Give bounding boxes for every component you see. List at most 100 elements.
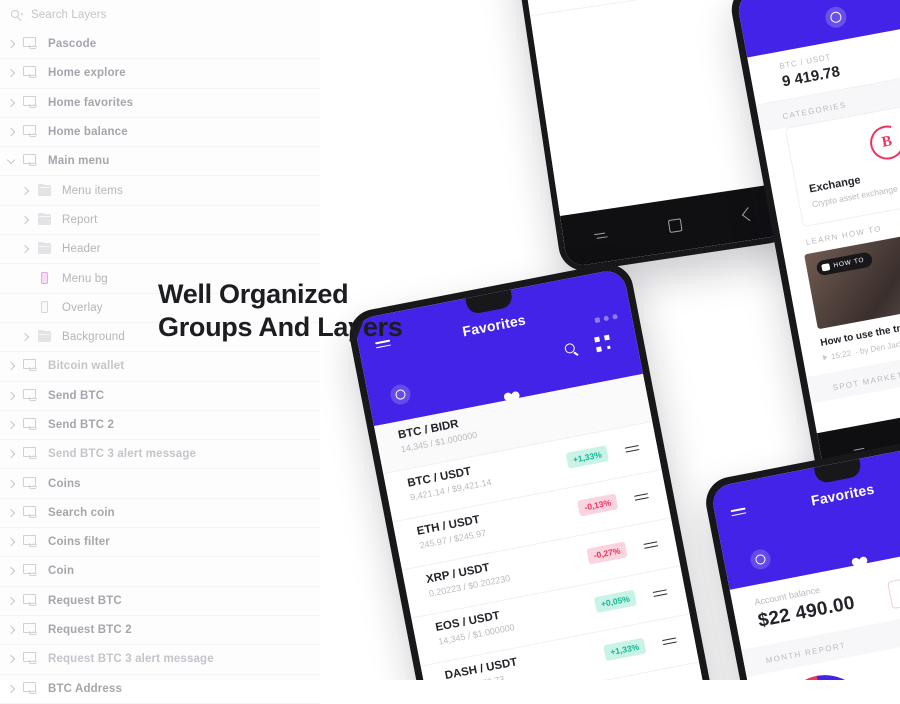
layer-label: Bitcoin wallet xyxy=(48,360,125,373)
nav-back-icon[interactable] xyxy=(741,207,756,222)
chevron-right-icon[interactable] xyxy=(4,623,18,637)
layer-row-coin[interactable]: Coin xyxy=(0,557,320,587)
layer-label: Send BTC 3 alert message xyxy=(48,448,197,461)
page-title: Well Organized Groups And Layers xyxy=(158,278,403,345)
layer-label: Send BTC 2 xyxy=(48,419,115,431)
layer-row-pascode[interactable]: Pascode xyxy=(0,30,320,60)
folder-icon xyxy=(36,212,54,228)
chevron-right-icon[interactable] xyxy=(4,652,18,666)
layer-row-request-btc[interactable]: Request BTC xyxy=(0,587,320,616)
layer-label: Request BTC 2 xyxy=(48,624,132,637)
chevron-right-icon[interactable] xyxy=(4,96,18,110)
play-small-icon xyxy=(822,354,828,362)
layer-row-home-explore[interactable]: Home explore xyxy=(0,59,320,89)
search-layers-row[interactable]: Search Layers xyxy=(0,0,320,30)
search-icon[interactable] xyxy=(563,342,580,358)
layer-label: Coins filter xyxy=(48,536,110,549)
artboard-icon xyxy=(22,417,40,433)
layer-label: Request BTC xyxy=(48,594,122,607)
layer-label: Home explore xyxy=(48,67,126,80)
layer-row-send-btc[interactable]: Send BTC xyxy=(0,382,320,411)
chevron-right-icon[interactable] xyxy=(4,389,18,403)
chevron-right-icon[interactable] xyxy=(4,477,18,491)
layer-row-report[interactable]: Report xyxy=(0,206,320,236)
layer-row-btc-address[interactable]: BTC Address xyxy=(0,675,320,704)
layer-row-request-btc-3-alert-message[interactable]: Request BTC 3 alert message xyxy=(0,645,320,675)
artboard-icon xyxy=(22,65,40,81)
artboard-icon xyxy=(22,534,40,550)
headline-line-1: Well Organized xyxy=(158,279,349,309)
chevron-right-icon[interactable] xyxy=(4,37,18,51)
donut-chart xyxy=(774,667,876,680)
layer-label: Send BTC xyxy=(48,389,105,402)
chevron-right-icon[interactable] xyxy=(18,184,32,198)
layer-row-header[interactable]: Header xyxy=(0,235,320,265)
artboard-icon xyxy=(22,124,40,140)
chevron-right-icon[interactable] xyxy=(18,242,32,256)
layer-label: Menu items xyxy=(62,184,123,197)
no-chevron xyxy=(18,301,32,315)
chevron-right-icon[interactable] xyxy=(4,682,18,696)
favorites-list: BTC / BIDR 14,345 / $1.000000 BTC / USDT 9,… xyxy=(374,373,727,680)
rectangle-icon xyxy=(36,300,54,316)
layer-label: Coins xyxy=(48,477,81,490)
layer-row-home-balance[interactable]: Home balance xyxy=(0,118,320,148)
nav-home-icon[interactable] xyxy=(668,217,684,233)
compass-icon[interactable] xyxy=(388,382,413,407)
chevron-right-icon[interactable] xyxy=(4,359,18,373)
chevron-right-icon[interactable] xyxy=(4,594,18,608)
how-to-badge: HOW TO xyxy=(815,251,874,277)
folder-icon xyxy=(36,241,54,257)
artboard-icon xyxy=(22,651,40,667)
chevron-right-icon[interactable] xyxy=(18,213,32,227)
layer-row-menu-items[interactable]: Menu items xyxy=(0,176,320,206)
layer-row-send-btc-3-alert-message[interactable]: Send BTC 3 alert message xyxy=(0,440,320,470)
layer-label: Home favorites xyxy=(48,96,134,109)
chevron-right-icon[interactable] xyxy=(4,535,18,549)
chevron-right-icon[interactable] xyxy=(4,418,18,432)
layer-row-search-coin[interactable]: Search coin xyxy=(0,499,320,529)
artboard-icon xyxy=(22,358,40,374)
compass-icon[interactable] xyxy=(823,5,849,30)
layer-row-request-btc-2[interactable]: Request BTC 2 xyxy=(0,616,320,646)
phone2-screen: Favorites BTC / BIDR 14,345 / $1.000000 BT… xyxy=(353,267,727,680)
artboard-icon xyxy=(22,95,40,111)
artboard-icon xyxy=(22,153,40,169)
chevron-right-icon[interactable] xyxy=(18,330,32,344)
qr-code-icon[interactable] xyxy=(594,334,612,353)
folder-icon xyxy=(36,183,54,199)
chevron-right-icon[interactable] xyxy=(4,564,18,578)
artboard-icon xyxy=(22,563,40,579)
compass-icon[interactable] xyxy=(748,547,773,572)
chevron-down-icon[interactable] xyxy=(4,154,18,168)
headline-line-2: Groups And Layers xyxy=(158,312,403,343)
layer-row-send-btc-2[interactable]: Send BTC 2 xyxy=(0,411,320,441)
phone4-screen: Favorites Account balance $22 490.00 WIT… xyxy=(709,438,900,680)
layer-row-bitcoin-wallet[interactable]: Bitcoin wallet xyxy=(0,352,320,382)
artboard-icon xyxy=(22,505,40,521)
chevron-right-icon[interactable] xyxy=(4,506,18,520)
video-duration: 15:22 xyxy=(830,349,852,362)
search-input[interactable]: Search Layers xyxy=(31,9,106,21)
artboard-icon xyxy=(22,476,40,492)
notch xyxy=(465,289,514,316)
layer-label: Home balance xyxy=(48,126,128,139)
artboard-icon xyxy=(22,388,40,404)
layer-label: Request BTC 3 alert message xyxy=(48,653,214,666)
no-chevron xyxy=(18,272,32,286)
chevron-right-icon[interactable] xyxy=(4,125,18,139)
layer-row-coins[interactable]: Coins xyxy=(0,469,320,499)
layer-row-main-menu[interactable]: Main menu xyxy=(0,147,320,177)
transaction-row[interactable]: Recieve BTC03 May, 13:01+ 0.0715 BTC+ $6… xyxy=(522,0,751,17)
layer-row-coins-filter[interactable]: Coins filter xyxy=(0,528,320,558)
layer-label: BTC Address xyxy=(48,682,123,695)
chevron-right-icon[interactable] xyxy=(4,66,18,80)
artboard-icon xyxy=(22,593,40,609)
layer-label: Report xyxy=(62,213,98,226)
nav-recents-icon[interactable] xyxy=(594,230,608,243)
layer-label: Header xyxy=(62,243,101,256)
layer-label: Menu bg xyxy=(62,272,108,285)
layer-row-home-favorites[interactable]: Home favorites xyxy=(0,89,320,118)
search-icon xyxy=(10,8,25,23)
chevron-right-icon[interactable] xyxy=(4,447,18,461)
